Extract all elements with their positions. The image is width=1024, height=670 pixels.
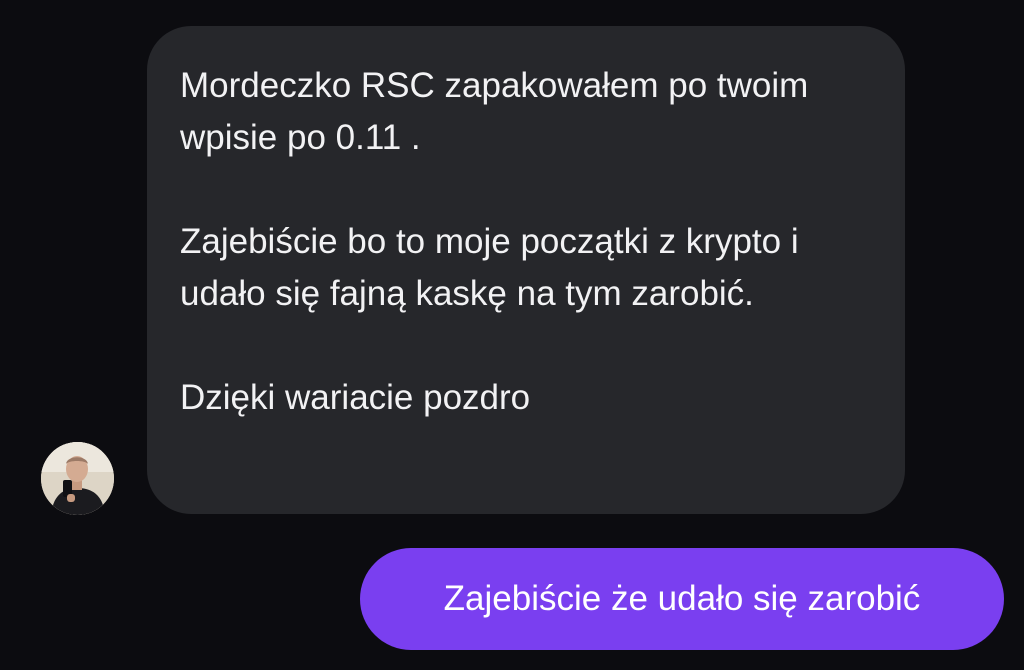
user-avatar-icon bbox=[41, 442, 114, 515]
incoming-message-paragraph: Zajebiście bo to moje początki z krypto … bbox=[180, 222, 799, 313]
outgoing-message-text: Zajebiście że udało się zarobić bbox=[443, 579, 921, 618]
incoming-message-paragraph: Dzięki wariacie pozdro bbox=[180, 378, 531, 417]
message-thread: Mordeczko RSC zapakowałem po twoim wpisi… bbox=[0, 0, 1024, 670]
incoming-message-paragraph: Mordeczko RSC zapakowałem po twoim wpisi… bbox=[180, 66, 809, 157]
avatar[interactable] bbox=[41, 442, 114, 515]
incoming-message-bubble[interactable]: Mordeczko RSC zapakowałem po twoim wpisi… bbox=[147, 26, 905, 514]
outgoing-message-bubble[interactable]: Zajebiście że udało się zarobić bbox=[360, 548, 1004, 650]
